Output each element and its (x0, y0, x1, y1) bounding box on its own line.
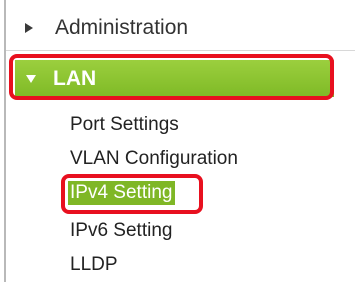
divider (6, 50, 355, 51)
subnav-item-lldp[interactable]: LLDP (70, 254, 118, 276)
subnav-item-ipv6-setting[interactable]: IPv6 Setting (70, 220, 172, 242)
subnav-item-vlan-configuration[interactable]: VLAN Configuration (70, 148, 238, 170)
ipv4-highlight-box (61, 174, 203, 214)
navigation-tree: Administration LAN Port Settings VLAN Co… (0, 0, 355, 282)
lan-highlight-box (9, 54, 334, 100)
subnav-item-port-settings[interactable]: Port Settings (70, 114, 179, 136)
triangle-right-icon (25, 23, 33, 33)
nav-item-administration[interactable]: Administration (6, 6, 355, 52)
nav-item-administration-label: Administration (55, 16, 189, 39)
